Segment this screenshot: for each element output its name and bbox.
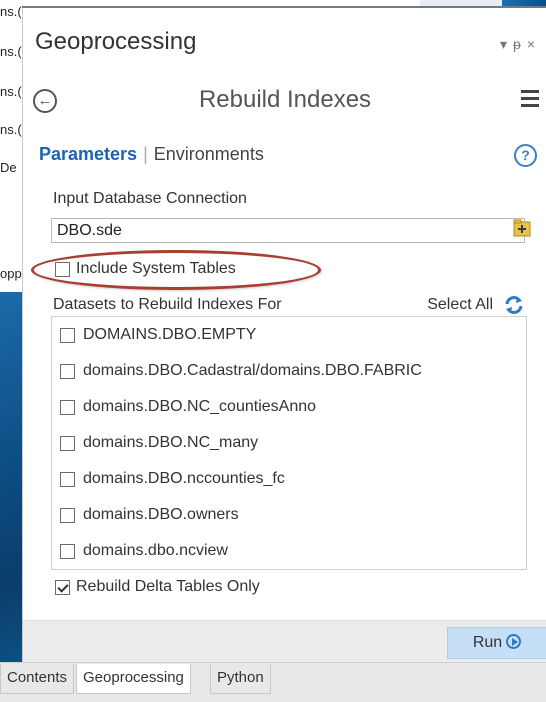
dataset-checkbox[interactable]	[60, 399, 75, 415]
rebuild-delta-row[interactable]: Rebuild Delta Tables Only	[55, 578, 260, 596]
dataset-label: domains.DBO.nccounties_fc	[83, 470, 285, 487]
datasets-header: Datasets to Rebuild Indexes For Select A…	[53, 296, 533, 318]
dataset-checkbox[interactable]	[60, 471, 75, 487]
bottom-tab-bar: Contents Geoprocessing Python	[0, 662, 546, 702]
tab-geoprocessing[interactable]: Geoprocessing	[76, 664, 191, 694]
background-text: ns.(	[0, 84, 22, 99]
list-item[interactable]: DOMAINS.DBO.EMPTY	[52, 317, 526, 353]
close-icon[interactable]: ×	[527, 36, 541, 52]
dataset-checkbox[interactable]	[60, 327, 75, 343]
list-item[interactable]: domains.DBO.NC_many	[52, 425, 526, 461]
dataset-label: domains.DBO.NC_countiesAnno	[83, 398, 317, 415]
include-system-tables-checkbox[interactable]	[55, 261, 70, 277]
input-db-field[interactable]: DBO.sde	[51, 218, 525, 243]
tab-python[interactable]: Python	[210, 664, 271, 694]
background-text: ns.(	[0, 4, 22, 19]
dataset-label: domains.DBO.NC_many	[83, 434, 259, 451]
list-item[interactable]: domains.dbo.ncview	[52, 533, 526, 569]
dataset-label: domains.DBO.Cadastral/domains.DBO.FABRIC	[83, 362, 422, 379]
dataset-label: domains.DBO.owners	[83, 506, 239, 523]
list-item[interactable]: domains.DBO.Cadastral/domains.DBO.FABRIC	[52, 353, 526, 389]
dropdown-icon[interactable]: ▾	[500, 36, 513, 52]
include-system-tables-row[interactable]: Include System Tables	[55, 260, 236, 284]
dataset-label: domains.dbo.ncview	[83, 542, 228, 559]
pane-title: Geoprocessing	[35, 28, 197, 55]
background-text: ns.(	[0, 122, 22, 137]
datasets-list: DOMAINS.DBO.EMPTY domains.DBO.Cadastral/…	[51, 316, 527, 570]
tool-title: Rebuild Indexes	[198, 86, 372, 113]
background-text: De	[0, 160, 17, 175]
hamburger-menu-icon[interactable]	[521, 90, 539, 111]
rebuild-delta-checkbox[interactable]	[55, 579, 70, 595]
help-icon[interactable]: ?	[514, 144, 537, 167]
pane-footer: Run	[23, 620, 546, 667]
tab-contents[interactable]: Contents	[0, 664, 75, 694]
dataset-checkbox[interactable]	[60, 543, 75, 559]
pane-header: Geoprocessing ▾ᵽ×	[33, 24, 546, 64]
dataset-checkbox[interactable]	[60, 435, 75, 451]
pane-controls: ▾ᵽ×	[500, 36, 541, 53]
tab-separator: |	[143, 144, 148, 164]
list-item[interactable]: domains.DBO.NC_countiesAnno	[52, 389, 526, 425]
select-all-button[interactable]: Select All	[427, 296, 493, 314]
play-icon	[506, 634, 522, 650]
run-label: Run	[472, 634, 503, 651]
dataset-checkbox[interactable]	[60, 507, 75, 523]
tab-environments[interactable]: Environments	[154, 144, 264, 164]
background-text: ns.(	[0, 44, 22, 59]
tab-parameters[interactable]: Parameters	[39, 144, 137, 164]
add-database-icon[interactable]	[513, 219, 531, 237]
include-system-tables-label: Include System Tables	[76, 260, 236, 277]
refresh-icon[interactable]	[503, 294, 525, 316]
list-item[interactable]: domains.DBO.nccounties_fc	[52, 461, 526, 497]
background-text: opp	[0, 266, 22, 281]
input-db-label: Input Database Connection	[53, 190, 247, 207]
tool-tabs: Parameters | Environments ?	[39, 144, 546, 170]
dataset-checkbox[interactable]	[60, 363, 75, 379]
rebuild-delta-label: Rebuild Delta Tables Only	[76, 578, 260, 595]
datasets-label: Datasets to Rebuild Indexes For	[53, 296, 282, 313]
run-button[interactable]: Run	[447, 627, 546, 659]
dataset-label: DOMAINS.DBO.EMPTY	[83, 326, 257, 343]
list-item[interactable]: domains.DBO.owners	[52, 497, 526, 533]
geoprocessing-pane: Geoprocessing ▾ᵽ× ← Rebuild Indexes Para…	[22, 8, 546, 701]
tool-header: ← Rebuild Indexes	[23, 86, 546, 130]
pin-icon[interactable]: ᵽ	[513, 36, 527, 52]
